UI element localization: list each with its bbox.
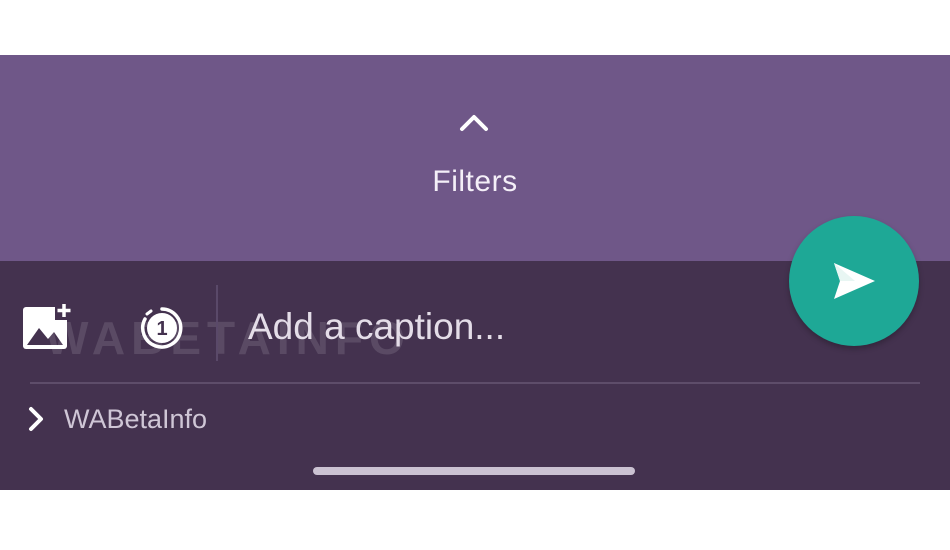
- filters-panel[interactable]: Filters: [0, 55, 950, 261]
- caption-input[interactable]: [248, 303, 768, 351]
- home-indicator[interactable]: [313, 467, 635, 475]
- media-preview-screen: Filters WABETAINFO 1 WABetaInfo: [0, 55, 950, 490]
- view-once-icon[interactable]: 1: [139, 305, 185, 351]
- separator: [30, 382, 920, 384]
- filters-label[interactable]: Filters: [0, 165, 950, 199]
- chevron-up-icon[interactable]: [458, 107, 490, 135]
- chevron-right-icon: [29, 407, 43, 431]
- recipient-row[interactable]: WABetaInfo: [22, 399, 207, 439]
- send-icon: [834, 263, 875, 299]
- recipient-label: WABetaInfo: [64, 403, 208, 434]
- image-add-icon[interactable]: [22, 301, 74, 351]
- view-once-count: 1: [156, 318, 167, 340]
- input-divider: [216, 285, 218, 361]
- send-button[interactable]: [789, 216, 919, 346]
